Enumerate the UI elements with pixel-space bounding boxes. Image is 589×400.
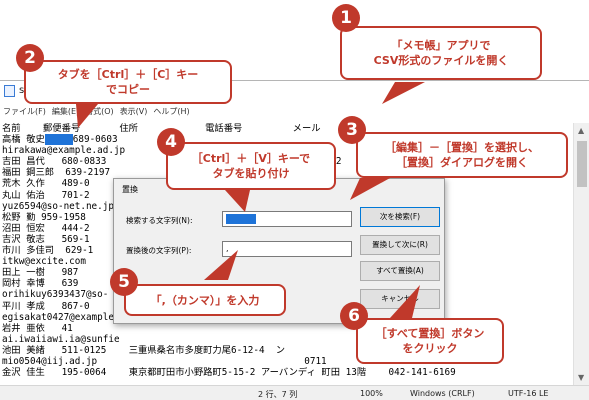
- find-label: 検索する文字列(N):: [126, 216, 193, 225]
- notepad-icon: [4, 85, 15, 97]
- encoding: UTF-16 LE: [508, 389, 549, 398]
- step-badge-5: 5: [110, 268, 138, 296]
- menu-help[interactable]: ヘルプ(H): [153, 106, 189, 120]
- callout-text-5: 「,（カンマ）」を入力: [150, 293, 260, 307]
- step-badge-6: 6: [340, 302, 368, 330]
- callout-step-4: ［Ctrl］＋［V］キーで タブを貼り付け: [166, 142, 336, 190]
- callout-step-2: タブを［Ctrl］＋［C］キー でコピー: [24, 60, 232, 104]
- vertical-scrollbar[interactable]: ▲ ▼: [573, 123, 589, 385]
- callout-step-6: ［すべて置換］ボタン をクリック: [356, 318, 504, 364]
- step-badge-4: 4: [157, 128, 185, 156]
- step-badge-3: 3: [338, 116, 366, 144]
- menu-file[interactable]: ファイル(F): [3, 106, 46, 120]
- dialog-title: 置換: [122, 185, 138, 194]
- line-ending: Windows (CRLF): [410, 389, 475, 398]
- callout-text-3: ［編集］－［置換］を選択し、 ［置換］ダイアログを開く: [385, 141, 539, 169]
- line-text: 689-0603: [72, 134, 118, 146]
- cancel-button[interactable]: キャンセル: [360, 289, 440, 309]
- scroll-down-icon[interactable]: ▼: [578, 373, 584, 382]
- replace-label: 置換後の文字列(P):: [126, 246, 192, 255]
- status-bar: 2 行、7 列 100% Windows (CRLF) UTF-16 LE: [0, 385, 589, 400]
- callout-step-5: 「,（カンマ）」を入力: [124, 284, 286, 316]
- callout-text-2: タブを［Ctrl］＋［C］キー でコピー: [57, 68, 199, 96]
- replace-all-button[interactable]: すべて置換(A): [360, 261, 440, 281]
- selected-tab: [44, 134, 73, 146]
- cursor-position: 2 行、7 列: [258, 390, 298, 399]
- callout-text-6: ［すべて置換］ボタン をクリック: [375, 327, 485, 355]
- line-text: 高橋 敬史: [2, 134, 45, 146]
- find-input[interactable]: [222, 211, 352, 227]
- callout-step-1: 「メモ帳」アプリで CSV形式のファイルを開く: [340, 26, 542, 80]
- callout-text-1: 「メモ帳」アプリで CSV形式のファイルを開く: [373, 39, 509, 67]
- find-next-button[interactable]: 次を検索(F): [360, 207, 440, 227]
- menu-bar: ファイル(F) 編集(E) 書式(O) 表示(V) ヘルプ(H): [0, 106, 190, 120]
- callout-step-3: ［編集］－［置換］を選択し、 ［置換］ダイアログを開く: [356, 132, 568, 178]
- menu-format[interactable]: 書式(O): [85, 106, 114, 120]
- replace-button[interactable]: 置換して次に(R): [360, 235, 440, 255]
- scroll-up-icon[interactable]: ▲: [578, 126, 584, 135]
- pasted-tab-selection: [226, 214, 256, 224]
- menu-edit[interactable]: 編集(E): [52, 106, 79, 120]
- text-line: 金沢 佳生 195-0064 東京都町田市小野路町5-15-2 アーバンディ 町…: [2, 367, 456, 379]
- scroll-thumb[interactable]: [577, 141, 587, 187]
- zoom-level: 100%: [360, 389, 383, 398]
- replace-input[interactable]: ,: [222, 241, 352, 257]
- callout-text-4: ［Ctrl］＋［V］キーで タブを貼り付け: [191, 152, 311, 180]
- step-badge-2: 2: [16, 44, 44, 72]
- step-badge-1: 1: [332, 4, 360, 32]
- menu-view[interactable]: 表示(V): [120, 106, 148, 120]
